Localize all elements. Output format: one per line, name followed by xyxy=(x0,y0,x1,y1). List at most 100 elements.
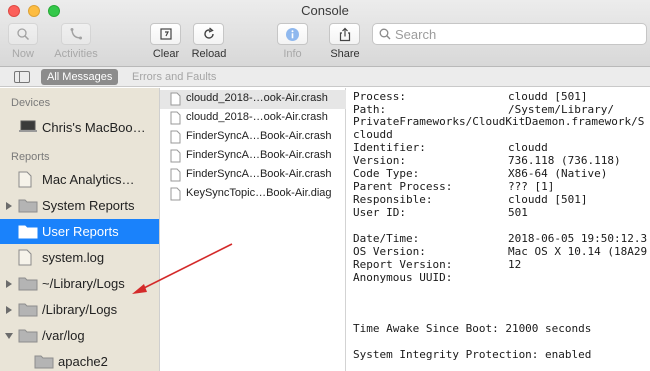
document-icon xyxy=(170,111,181,125)
sidebar-item-user-library-logs[interactable]: ~/Library/Logs xyxy=(0,271,159,296)
disclosure-triangle-icon[interactable] xyxy=(6,202,12,210)
report-value: ??? [1] xyxy=(508,180,555,193)
disclosure-triangle-icon[interactable] xyxy=(6,306,12,314)
report-key: Version: xyxy=(353,154,406,167)
report-key: Responsible: xyxy=(353,193,433,206)
now-button[interactable] xyxy=(8,23,38,45)
info-label: Info xyxy=(283,48,302,60)
share-button[interactable] xyxy=(329,23,360,45)
reload-label: Reload xyxy=(191,48,227,60)
report-value: 736.118 (736.118) xyxy=(508,154,621,167)
now-label: Now xyxy=(11,48,34,60)
now-icon xyxy=(17,28,30,41)
report-detail-pane[interactable]: Process: cloudd [501] Path: /System/Libr… xyxy=(347,88,650,371)
report-line: System Integrity Protection: enabled xyxy=(353,348,592,361)
document-icon xyxy=(18,171,32,188)
list-item[interactable]: cloudd_2018-…ook-Air.crash xyxy=(160,90,346,109)
list-item[interactable]: cloudd_2018-…ook-Air.crash xyxy=(160,109,346,128)
sidebar-item-label: apache2 xyxy=(58,354,108,369)
disclosure-triangle-icon[interactable] xyxy=(6,280,12,288)
search-field[interactable] xyxy=(372,23,647,45)
report-value: cloudd xyxy=(353,128,393,141)
sidebar-toggle-icon[interactable] xyxy=(14,71,30,83)
report-value: X86-64 (Native) xyxy=(508,167,608,180)
sidebar-item-device[interactable]: Chris's MacBoo… xyxy=(0,115,159,140)
sidebar-item-apache2[interactable]: apache2 xyxy=(0,349,159,371)
reports-header: Reports xyxy=(11,151,50,163)
sidebar-item-label: User Reports xyxy=(42,224,119,239)
reload-icon xyxy=(203,27,214,39)
activities-button[interactable] xyxy=(61,23,91,45)
clear-icon xyxy=(159,28,172,40)
report-line: Time Awake Since Boot: 21000 seconds xyxy=(353,322,592,335)
sidebar-item-mac-analytics[interactable]: Mac Analytics… xyxy=(0,167,159,192)
report-key: Report Version: xyxy=(353,258,453,271)
filter-bar: All Messages Errors and Faults xyxy=(0,67,650,87)
report-value: Mac OS X 10.14 (18A29 xyxy=(508,245,648,258)
folder-icon xyxy=(18,225,38,239)
report-value: 2018-06-05 19:50:12.3 xyxy=(508,232,648,245)
activities-label: Activities xyxy=(54,48,98,60)
report-value: cloudd [501] xyxy=(508,90,588,103)
sidebar-item-user-reports[interactable]: User Reports xyxy=(0,219,159,244)
disclosure-triangle-icon[interactable] xyxy=(5,333,13,339)
report-value: 501 xyxy=(508,206,528,219)
document-icon xyxy=(18,249,32,266)
share-icon xyxy=(339,27,350,41)
sidebar-item-var-log[interactable]: /var/log xyxy=(0,323,159,348)
all-messages-filter[interactable]: All Messages xyxy=(41,69,119,85)
report-value: 12 xyxy=(508,258,522,271)
reload-button[interactable] xyxy=(193,23,224,45)
sidebar-item-label: /Library/Logs xyxy=(42,302,118,317)
sidebar-item-system-reports[interactable]: System Reports xyxy=(0,193,159,218)
document-icon xyxy=(170,130,181,144)
document-icon xyxy=(170,92,181,106)
document-icon xyxy=(170,187,181,201)
file-name: FinderSyncA…Book-Air.crash xyxy=(186,168,332,180)
report-value: PrivateFrameworks/CloudKitDaemon.framewo… xyxy=(353,115,645,128)
list-item[interactable]: FinderSyncA…Book-Air.crash xyxy=(160,128,346,147)
errors-and-faults-filter[interactable]: Errors and Faults xyxy=(132,70,216,84)
report-value: cloudd xyxy=(508,141,548,154)
list-item[interactable]: KeySyncTopic…Book-Air.diag xyxy=(160,185,346,204)
document-icon xyxy=(170,168,181,182)
search-icon xyxy=(379,28,391,40)
activities-icon xyxy=(70,28,82,40)
sidebar-item-library-logs[interactable]: /Library/Logs xyxy=(0,297,159,322)
document-icon xyxy=(170,149,181,163)
sidebar-item-label: ~/Library/Logs xyxy=(42,276,125,291)
sidebar-item-label: Mac Analytics… xyxy=(42,172,135,187)
folder-icon xyxy=(18,277,38,291)
sidebar-item-label: /var/log xyxy=(42,328,85,343)
file-name: cloudd_2018-…ook-Air.crash xyxy=(186,92,328,104)
folder-icon xyxy=(18,303,38,317)
list-item[interactable]: FinderSyncA…Book-Air.crash xyxy=(160,147,346,166)
sidebar: Devices Chris's MacBoo… Reports Mac Anal… xyxy=(0,88,160,371)
search-input[interactable] xyxy=(395,26,640,42)
sidebar-item-label: system.log xyxy=(42,250,105,265)
sidebar-item-system-log[interactable]: system.log xyxy=(0,245,159,270)
folder-icon xyxy=(18,329,38,343)
folder-icon xyxy=(34,355,54,369)
file-name: KeySyncTopic…Book-Air.diag xyxy=(186,187,332,199)
laptop-icon xyxy=(19,120,37,132)
report-key: Code Type: xyxy=(353,167,420,180)
report-key: User ID: xyxy=(353,206,406,219)
file-name: FinderSyncA…Book-Air.crash xyxy=(186,130,332,142)
window-toolbar: Console Now Activities Clear Reload Info… xyxy=(0,0,650,67)
clear-button[interactable] xyxy=(150,23,181,45)
device-label: Chris's MacBoo… xyxy=(42,120,146,135)
info-button[interactable] xyxy=(277,23,308,45)
folder-icon xyxy=(18,199,38,213)
report-file-list: cloudd_2018-…ook-Air.crash cloudd_2018-…… xyxy=(160,88,346,371)
report-key: Parent Process: xyxy=(353,180,453,193)
report-key: Process: xyxy=(353,90,406,103)
report-value: cloudd [501] xyxy=(508,193,588,206)
sidebar-item-label: System Reports xyxy=(42,198,135,213)
file-name: FinderSyncA…Book-Air.crash xyxy=(186,149,332,161)
list-item[interactable]: FinderSyncA…Book-Air.crash xyxy=(160,166,346,185)
share-label: Share xyxy=(330,48,360,60)
file-name: cloudd_2018-…ook-Air.crash xyxy=(186,111,328,123)
report-key: OS Version: xyxy=(353,245,426,258)
report-key: Anonymous UUID: xyxy=(353,271,453,284)
